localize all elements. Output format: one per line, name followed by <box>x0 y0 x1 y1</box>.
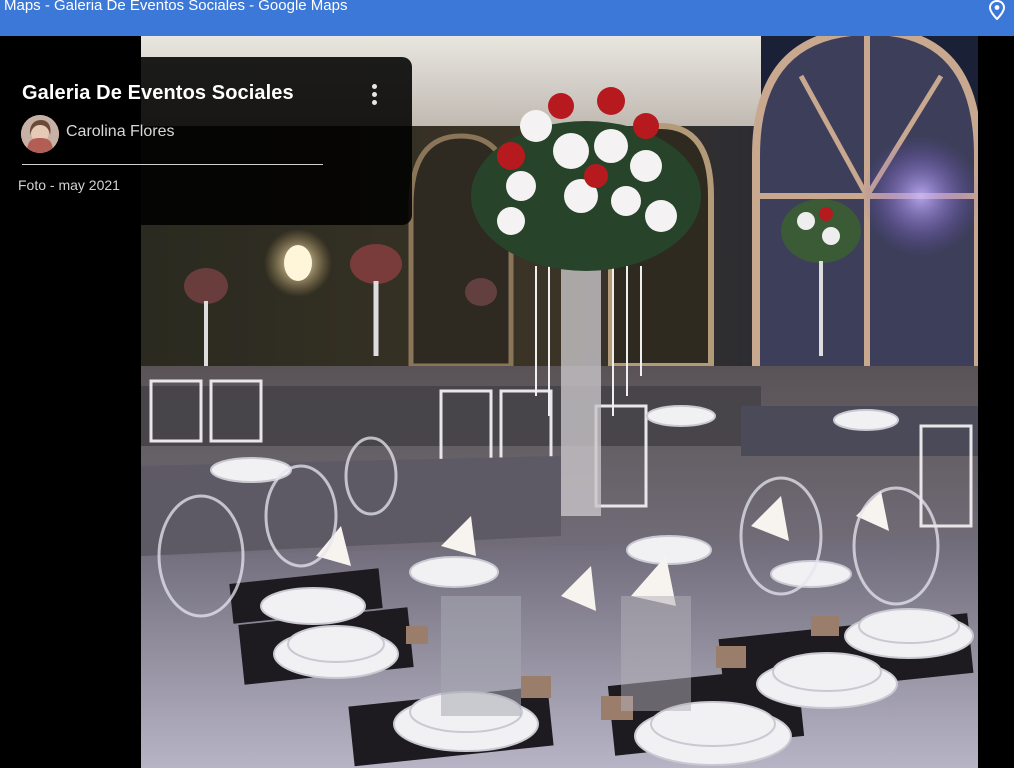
maps-window: Maps - Galeria De Eventos Sociales - Goo… <box>0 0 1014 768</box>
author-avatar[interactable] <box>21 115 59 153</box>
map-pin-icon[interactable] <box>988 0 1006 20</box>
photo-date: Foto - may 2021 <box>18 177 120 193</box>
right-edge <box>978 36 1014 768</box>
more-vert-icon[interactable] <box>366 84 382 112</box>
window-title: Maps - Galeria De Eventos Sociales - Goo… <box>4 0 348 14</box>
card-divider <box>22 164 323 165</box>
window-titlebar: Maps - Galeria De Eventos Sociales - Goo… <box>0 0 1014 36</box>
place-title[interactable]: Galeria De Eventos Sociales <box>22 82 294 105</box>
author-name[interactable]: Carolina Flores <box>66 123 174 141</box>
